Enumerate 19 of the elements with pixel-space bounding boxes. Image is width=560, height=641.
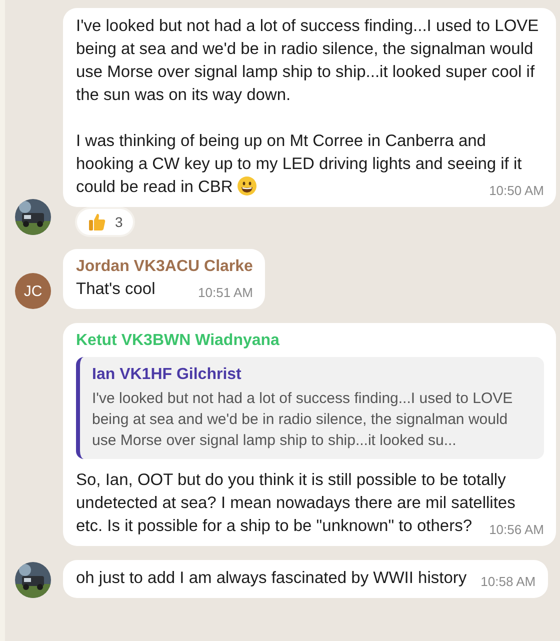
message-text: I was thinking of being up on Mt Corree in Canberra and hooking a CW key up to my LED driving lights and seeing if it could be read in CBR 10:50 AM <box>76 131 544 199</box>
message-text: So, Ian, OOT but do you think it is still possible to be totally undetected at sea? I mean nowadays there are mil satellites etc. Is it possible for a ship to be "unknown" to others? 10:56 AM <box>76 470 544 538</box>
message-text: I've looked but not had a lot of success finding...I used to LOVE being at sea and we'd be in radio silence, the signalman would use Morse over signal lamp ship to ship...it looked super cool if the sun was on its way down. <box>76 16 540 106</box>
timestamp: 10:51 AM <box>198 284 253 302</box>
timestamp: 10:50 AM <box>489 182 544 200</box>
sender-name: Jordan VK3ACU Clarke <box>76 257 253 277</box>
quoted-message[interactable] <box>76 357 544 459</box>
timestamp: 10:58 AM <box>480 573 536 591</box>
quoted-text: I've looked but not had a lot of success finding...I used to LOVE being at sea and we'd be in radio silence, the signalman would use Morse over signal lamp ship to ship...it looked su... <box>92 389 514 451</box>
message-text: That's cool 10:51 AM <box>76 279 253 301</box>
grinning-face-icon <box>236 176 257 196</box>
sender-name: Ketut VK3BWN Wiadnyana <box>76 331 280 351</box>
reaction-count: 3 <box>115 214 123 230</box>
thumbs-up-icon <box>87 212 107 232</box>
reaction-chip[interactable]: 3 <box>77 209 133 235</box>
message-text: oh just to add I am always fascinated by WWII history 10:58 AM <box>76 568 536 590</box>
timestamp: 10:56 AM <box>489 521 544 539</box>
quoted-sender: Ian VK1HF Gilchrist <box>92 365 242 385</box>
avatar: JC <box>15 273 51 309</box>
